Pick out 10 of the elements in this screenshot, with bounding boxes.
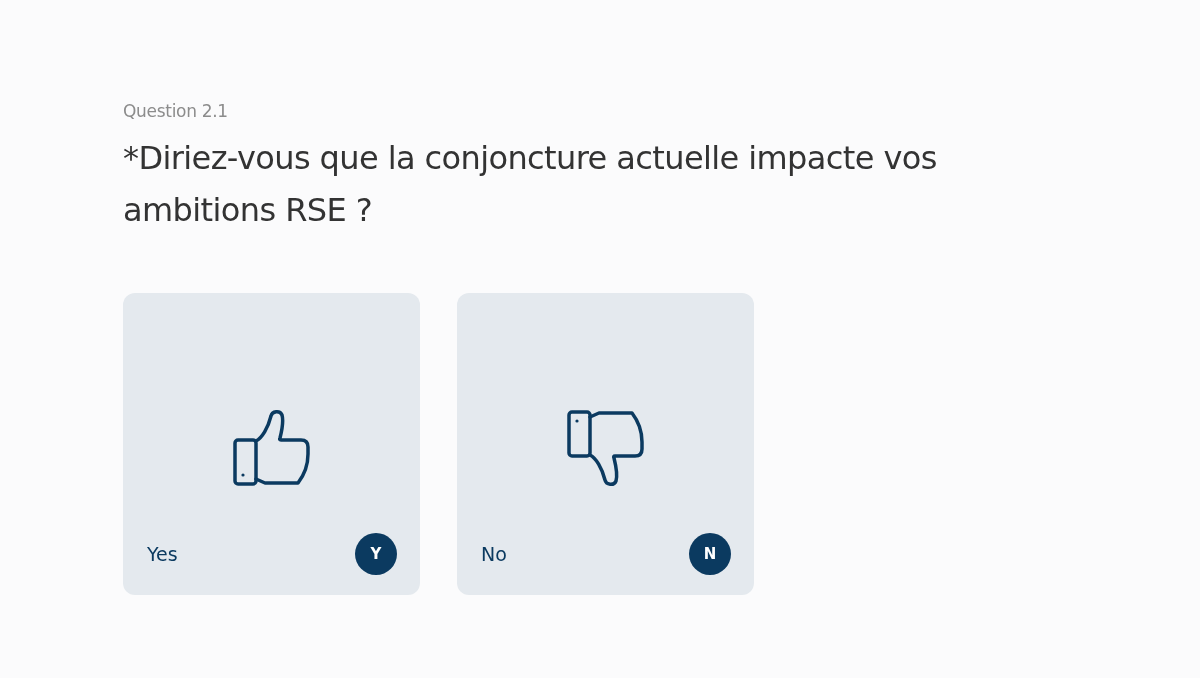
answer-option-card[interactable]: No N (457, 293, 754, 595)
thumbs-up-icon (232, 408, 312, 488)
option-label: Yes (147, 543, 178, 565)
option-label: No (481, 543, 507, 565)
shortcut-key-badge: Y (355, 533, 397, 575)
answer-option-card[interactable]: Yes Y (123, 293, 420, 595)
question-number: Question 2.1 (123, 100, 229, 123)
thumbs-down-icon (566, 408, 646, 488)
shortcut-key-badge: N (689, 533, 731, 575)
question-text: *Diriez-vous que la conjoncture actuelle impacte vos ambitions RSE ? (123, 138, 938, 231)
